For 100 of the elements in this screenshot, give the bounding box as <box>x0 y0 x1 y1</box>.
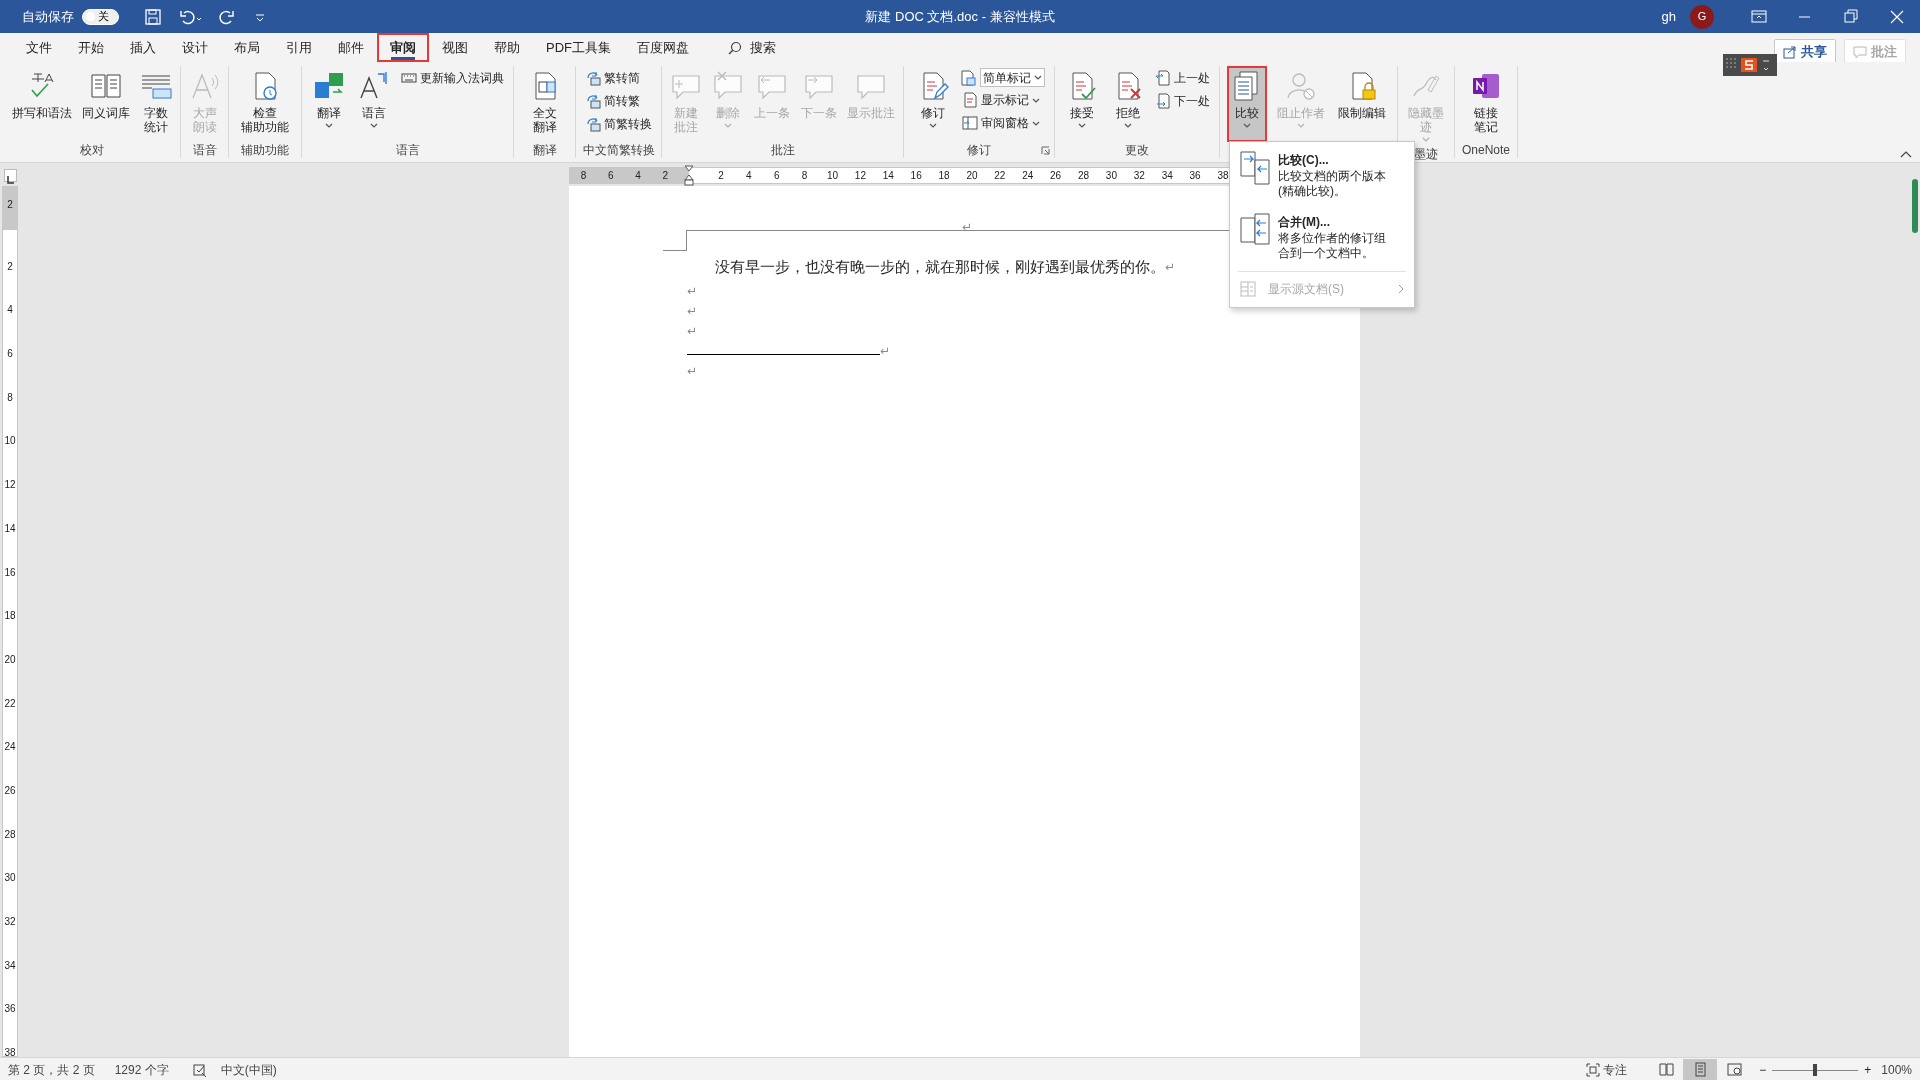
language-status[interactable]: 中文(中国) <box>220 1060 277 1079</box>
avatar[interactable]: G <box>1690 4 1714 29</box>
ribbon-button[interactable]: 修订 <box>913 66 953 142</box>
ribbon-display-icon[interactable] <box>1751 8 1767 25</box>
ribbon-button[interactable]: 接受 <box>1062 66 1103 142</box>
ruler-number: 2 <box>7 259 13 274</box>
focus-button[interactable]: 专注 <box>1584 1059 1630 1080</box>
ribbon-tab[interactable]: 百度网盘 <box>624 32 702 63</box>
ime-toolbar-icon[interactable] <box>1723 54 1777 76</box>
convert-icon <box>585 70 601 86</box>
ribbon-button[interactable]: 显示标记 <box>960 90 1045 110</box>
paragraph-mark: ↵ <box>880 342 891 360</box>
ribbon-tab[interactable]: 引用 <box>273 32 325 63</box>
ribbon-tab[interactable]: 文件 <box>13 32 65 63</box>
group-label: 批注 <box>770 143 795 157</box>
ribbon-button[interactable]: 简转繁 <box>583 91 654 111</box>
ruler-number: 16 <box>909 169 923 183</box>
ruler-number: 16 <box>4 565 16 580</box>
menu-item[interactable]: 比较(C)... 比较文档的两个版本(精确比较)。 <box>1230 147 1414 203</box>
menu-item[interactable]: 合并(M)... 将多位作者的修订组合到一个文档中。 <box>1230 209 1414 265</box>
collapse-icon[interactable] <box>1900 151 1912 158</box>
group-label: 中文简繁转换 <box>582 143 655 157</box>
undo-icon[interactable] <box>179 8 203 25</box>
markup-dropdown[interactable]: 简单标记 <box>980 68 1045 87</box>
ribbon-button[interactable]: 检查 辅助功能 <box>237 66 293 142</box>
ruler-number: 20 <box>965 169 979 183</box>
ruler-number: 8 <box>800 169 809 183</box>
ruler-number: 36 <box>4 1002 16 1017</box>
ribbon-button[interactable]: 链接 笔记 <box>1466 66 1506 142</box>
compare-documents-icon <box>1240 213 1270 247</box>
ruler-number: 32 <box>4 915 16 929</box>
search-icon[interactable] <box>728 40 742 55</box>
search-field[interactable]: 搜索 <box>750 37 776 58</box>
ribbon-tab[interactable]: 审阅 <box>377 32 429 63</box>
ribbon-button[interactable]: 全文 翻译 <box>524 66 565 142</box>
paragraph-mark: ↵ <box>1165 259 1176 277</box>
paragraph-mark: ↵ <box>687 282 698 300</box>
share-button[interactable]: 共享 <box>1774 38 1836 65</box>
close-icon[interactable] <box>1889 8 1905 25</box>
compare-documents-icon <box>1240 151 1270 185</box>
launcher-icon[interactable] <box>1041 146 1050 155</box>
zoom-level[interactable]: 100% <box>1881 1060 1912 1079</box>
ribbon-button[interactable]: 同义词库 <box>78 66 134 142</box>
ribbon-button[interactable]: 拼写和语法 <box>8 66 76 142</box>
ruler-number: 26 <box>4 783 16 798</box>
zoom-out-button[interactable]: − <box>1757 1059 1769 1080</box>
group-label: 翻译 <box>532 143 557 157</box>
ribbon-tab[interactable]: 邮件 <box>325 32 377 63</box>
ruler-number: 18 <box>937 169 951 183</box>
zoom-in-button[interactable]: + <box>1862 1059 1874 1080</box>
ruler-number: 2 <box>662 169 669 183</box>
ruler-number: 8 <box>7 390 13 405</box>
window-title: 新建 DOC 文档.doc - 兼容性模式 <box>865 7 1055 26</box>
previous-icon <box>1154 70 1171 86</box>
ribbon-tab[interactable]: 布局 <box>221 32 273 63</box>
ribbon-button[interactable]: 拒绝 <box>1107 66 1148 142</box>
autosave-toggle[interactable]: 关 <box>82 8 119 25</box>
ribbon-button[interactable]: 字数 统计 <box>136 66 176 142</box>
ruler-number: 24 <box>4 740 16 755</box>
ribbon-button[interactable]: 审阅窗格 <box>960 113 1045 133</box>
ribbon-tab[interactable]: 开始 <box>65 32 117 63</box>
paragraph-mark: ↵ <box>687 322 698 340</box>
group-label: 更改 <box>1125 143 1149 157</box>
restore-icon[interactable] <box>1843 8 1859 25</box>
ribbon-tab[interactable]: 帮助 <box>481 32 533 63</box>
ruler-number: 6 <box>608 169 614 183</box>
view-button[interactable] <box>1683 1058 1718 1080</box>
ribbon-tab[interactable]: 插入 <box>117 32 169 63</box>
redo-icon[interactable] <box>219 8 235 25</box>
ribbon-tab[interactable]: PDF工具集 <box>533 32 624 63</box>
ribbon-button[interactable]: 更新输入法词典 <box>399 68 506 88</box>
ribbon-button[interactable]: 翻译 <box>309 66 349 142</box>
ribbon-button[interactable]: 限制编辑 <box>1333 66 1390 142</box>
ribbon-button[interactable]: 下一处 <box>1152 91 1212 111</box>
tab-selector[interactable] <box>4 169 17 182</box>
slider-thumb[interactable] <box>1813 1063 1818 1076</box>
scroll-thumb[interactable] <box>1912 179 1918 233</box>
customize-icon[interactable] <box>255 11 265 22</box>
pane-icon <box>962 115 978 131</box>
save-icon[interactable] <box>145 8 161 25</box>
group-label: 语音 <box>192 143 217 157</box>
caret-icon <box>929 123 937 128</box>
zoom-slider[interactable] <box>1772 1063 1859 1076</box>
ribbon-tab[interactable]: 设计 <box>169 32 221 63</box>
menu-item-title: 显示源文档(S) <box>1267 281 1345 298</box>
ruler-number: 12 <box>853 169 867 183</box>
ribbon-button[interactable]: 上一处 <box>1152 68 1212 88</box>
indent-marker-icon[interactable] <box>684 165 694 186</box>
ribbon-tab[interactable]: 视图 <box>429 32 481 63</box>
person-icon <box>1284 70 1317 102</box>
proofing-icon[interactable] <box>192 1062 207 1077</box>
ruler-number: 2 <box>7 199 13 210</box>
ruler-number: 10 <box>825 169 840 183</box>
ruler-number: 18 <box>4 609 16 624</box>
paragraph-mark: ↵ <box>687 362 698 380</box>
ribbon-button[interactable]: 繁转简 <box>583 68 654 88</box>
ribbon-button[interactable]: 简繁转换 <box>583 114 654 134</box>
ribbon-button[interactable]: 语言 <box>354 66 394 142</box>
ribbon-button[interactable]: 比较 <box>1227 66 1268 142</box>
ruler-number: 38 <box>4 1046 16 1061</box>
